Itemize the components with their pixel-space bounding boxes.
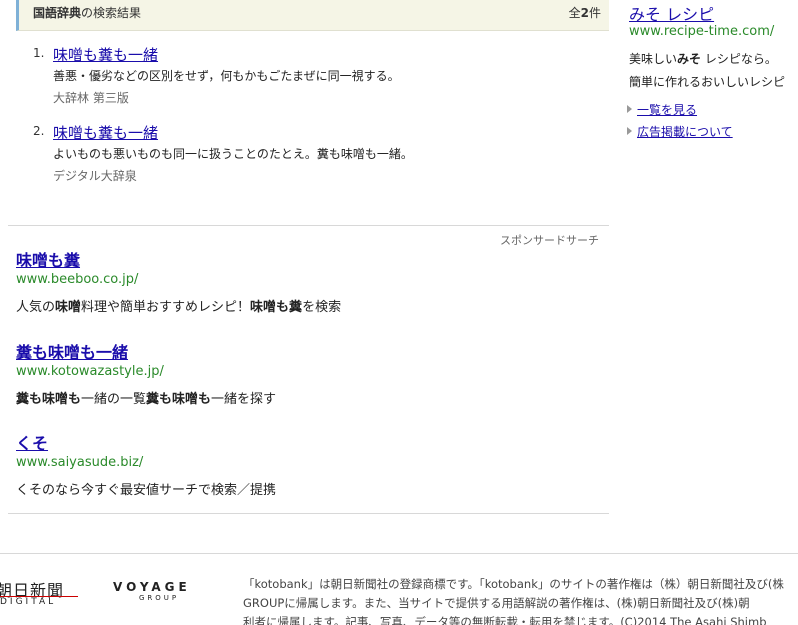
ad-placement-label[interactable]: 広告掲載について	[637, 125, 733, 139]
right-ad-title-link[interactable]: みそ レシピ	[629, 1, 714, 25]
ad-url[interactable]: www.saiyasude.biz/	[16, 455, 143, 470]
section-divider	[8, 225, 609, 226]
ad-description: 人気の味噌料理や簡単おすすめレシピ！味噌も糞を検索	[16, 300, 342, 315]
voyage-group-logo[interactable]: VOYAGE GROUP	[113, 580, 191, 602]
result-number: 2.	[33, 124, 45, 138]
view-list-label[interactable]: 一覧を見る	[637, 103, 697, 117]
ad-url[interactable]: www.kotowazastyle.jp/	[16, 364, 164, 379]
dictionary-results-header: 国語辞典の検索結果 全2件	[16, 0, 609, 31]
ad-title-link[interactable]: 糞も味噌も一緒	[16, 339, 128, 363]
dictionary-result-description: よいものも悪いものも同一に扱うことのたとえ。糞も味噌も一緒。	[53, 147, 413, 161]
section-divider	[8, 513, 609, 514]
ad-description: くそのなら今すぐ最安値サーチで検索／提携	[16, 483, 277, 498]
dictionary-result-description: 善悪・優劣などの区別をせず，何もかもごたまぜに同一視する。	[53, 69, 400, 83]
ad-url[interactable]: www.beeboo.co.jp/	[16, 272, 138, 287]
result-number: 1.	[33, 46, 45, 60]
right-ad-description-2: 簡単に作れるおいしいレシピ	[629, 75, 786, 89]
footer-divider	[0, 553, 798, 554]
dictionary-result-source: 大辞林 第三版	[53, 91, 129, 105]
triangle-right-icon	[627, 105, 632, 113]
right-ad-description: 美味しいみそ レシピなら。	[629, 52, 777, 66]
sponsored-search-label: スポンサードサーチ	[500, 234, 599, 247]
ad-placement-link[interactable]: 広告掲載について	[627, 123, 733, 140]
dictionary-results-count: 全2件	[568, 6, 601, 20]
dictionary-result-source: デジタル大辞泉	[53, 169, 137, 183]
dictionary-result-link[interactable]: 味噌も糞も一緒	[53, 44, 158, 65]
ad-title-link[interactable]: くそ	[16, 430, 48, 454]
ad-description: 糞も味噌も一緒の一覧糞も味噌も一緒を探す	[16, 392, 277, 407]
dictionary-results-title: 国語辞典の検索結果	[33, 6, 142, 20]
view-list-link[interactable]: 一覧を見る	[627, 101, 697, 118]
footer-copyright-text: 「kotobank」は朝日新聞社の登録商標です。「kotobank」のサイトの著…	[243, 577, 784, 625]
ad-title-link[interactable]: 味噌も糞	[16, 247, 80, 271]
triangle-right-icon	[627, 127, 632, 135]
right-ad-url[interactable]: www.recipe-time.com/	[629, 24, 774, 39]
dictionary-result-link[interactable]: 味噌も糞も一緒	[53, 122, 158, 143]
asahi-digital-logo[interactable]: 朝日新聞 DIGITAL	[0, 577, 88, 611]
